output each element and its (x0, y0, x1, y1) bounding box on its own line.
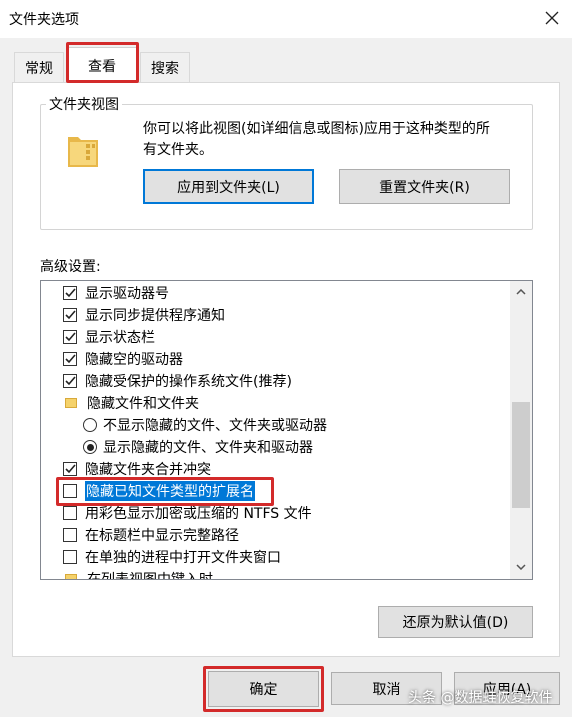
list-item[interactable]: 不显示隐藏的文件、文件夹或驱动器 (83, 414, 327, 436)
list-item-label: 显示同步提供程序通知 (85, 308, 225, 324)
list-item[interactable]: 在单独的进程中打开文件夹窗口 (63, 546, 281, 568)
advanced-settings-list[interactable]: 显示驱动器号 显示同步提供程序通知 显示状态栏 隐藏空的驱动器 隐藏受保护的操作… (40, 280, 533, 580)
checkbox-checked[interactable] (63, 308, 77, 322)
scroll-up-button[interactable] (512, 283, 530, 301)
radio-dot (86, 443, 94, 451)
advanced-settings-label: 高级设置: (40, 259, 101, 275)
apply-to-folders-button[interactable]: 应用到文件夹(L) (143, 169, 314, 204)
list-item[interactable]: 隐藏空的驱动器 (63, 348, 183, 370)
check-icon (64, 310, 76, 320)
folder-views-description-1: 你可以将此视图(如详细信息或图标)应用于这种类型的所 (143, 121, 490, 137)
list-item-group: 隐藏文件和文件夹 (65, 392, 199, 414)
tab-general[interactable]: 常规 (14, 52, 64, 82)
list-item-label: 隐藏已知文件类型的扩展名 (85, 481, 255, 501)
list-item[interactable]: 隐藏文件夹合并冲突 (63, 458, 211, 480)
check-icon (64, 464, 76, 474)
folder-icon (65, 398, 77, 408)
list-item-label: 隐藏空的驱动器 (85, 352, 183, 368)
title-bar (0, 0, 572, 38)
list-item-label: 隐藏文件和文件夹 (87, 396, 199, 412)
list-item[interactable]: 显示隐藏的文件、文件夹和驱动器 (83, 436, 313, 458)
tab-view[interactable]: 查看 (66, 47, 138, 83)
checkbox-unchecked[interactable] (63, 528, 77, 542)
list-item[interactable]: 显示同步提供程序通知 (63, 304, 225, 326)
radio-unselected[interactable] (83, 418, 97, 432)
watermark: 头条 @数据蛙恢复软件 (408, 690, 553, 706)
check-icon (64, 288, 76, 298)
folder-views-description-2: 有文件夹。 (143, 142, 213, 158)
list-item-label: 隐藏文件夹合并冲突 (85, 462, 211, 478)
chevron-down-icon (516, 564, 526, 570)
check-icon (64, 376, 76, 386)
list-item-label: 显示驱动器号 (85, 286, 169, 302)
list-item[interactable]: 隐藏受保护的操作系统文件(推荐) (63, 370, 292, 392)
checkbox-checked[interactable] (63, 462, 77, 476)
checkbox-unchecked[interactable] (63, 484, 77, 498)
list-item-label: 显示隐藏的文件、文件夹和驱动器 (103, 440, 313, 456)
folder-icon (66, 129, 100, 169)
window-title: 文件夹选项 (9, 12, 79, 28)
checkbox-checked[interactable] (63, 352, 77, 366)
tab-search[interactable]: 搜索 (140, 52, 190, 82)
checkbox-checked[interactable] (63, 286, 77, 300)
list-item[interactable]: 用彩色显示加密或压缩的 NTFS 文件 (63, 502, 312, 524)
list-item-label: 隐藏受保护的操作系统文件(推荐) (85, 374, 292, 390)
checkbox-unchecked[interactable] (63, 506, 77, 520)
close-icon (545, 11, 559, 25)
list-item-label: 用彩色显示加密或压缩的 NTFS 文件 (85, 506, 312, 522)
ok-button[interactable]: 确定 (208, 671, 319, 707)
checkbox-unchecked[interactable] (63, 550, 77, 564)
list-item[interactable]: 在标题栏中显示完整路径 (63, 524, 239, 546)
list-item-selected[interactable]: 隐藏已知文件类型的扩展名 (63, 480, 255, 502)
radio-selected[interactable] (83, 440, 97, 454)
folder-icon (65, 574, 77, 579)
checkbox-checked[interactable] (63, 330, 77, 344)
close-button[interactable] (537, 3, 567, 33)
reset-folders-button[interactable]: 重置文件夹(R) (339, 169, 510, 204)
scroll-down-button[interactable] (512, 558, 530, 576)
list-item-group: 在列表视图中键入时 (65, 568, 213, 580)
list-item[interactable]: 显示状态栏 (63, 326, 155, 348)
list-item-label: 在标题栏中显示完整路径 (85, 528, 239, 544)
list-item-label: 在列表视图中键入时 (87, 572, 213, 580)
list-item-label: 显示状态栏 (85, 330, 155, 346)
folder-views-legend: 文件夹视图 (46, 94, 122, 114)
check-icon (64, 332, 76, 342)
check-icon (64, 354, 76, 364)
list-item-label: 在单独的进程中打开文件夹窗口 (85, 550, 281, 566)
list-item-label: 不显示隐藏的文件、文件夹或驱动器 (103, 418, 327, 434)
checkbox-checked[interactable] (63, 374, 77, 388)
chevron-up-icon (516, 289, 526, 295)
list-item[interactable]: 显示驱动器号 (63, 282, 169, 304)
scrollbar-thumb[interactable] (512, 402, 530, 508)
restore-defaults-button[interactable]: 还原为默认值(D) (378, 606, 533, 638)
